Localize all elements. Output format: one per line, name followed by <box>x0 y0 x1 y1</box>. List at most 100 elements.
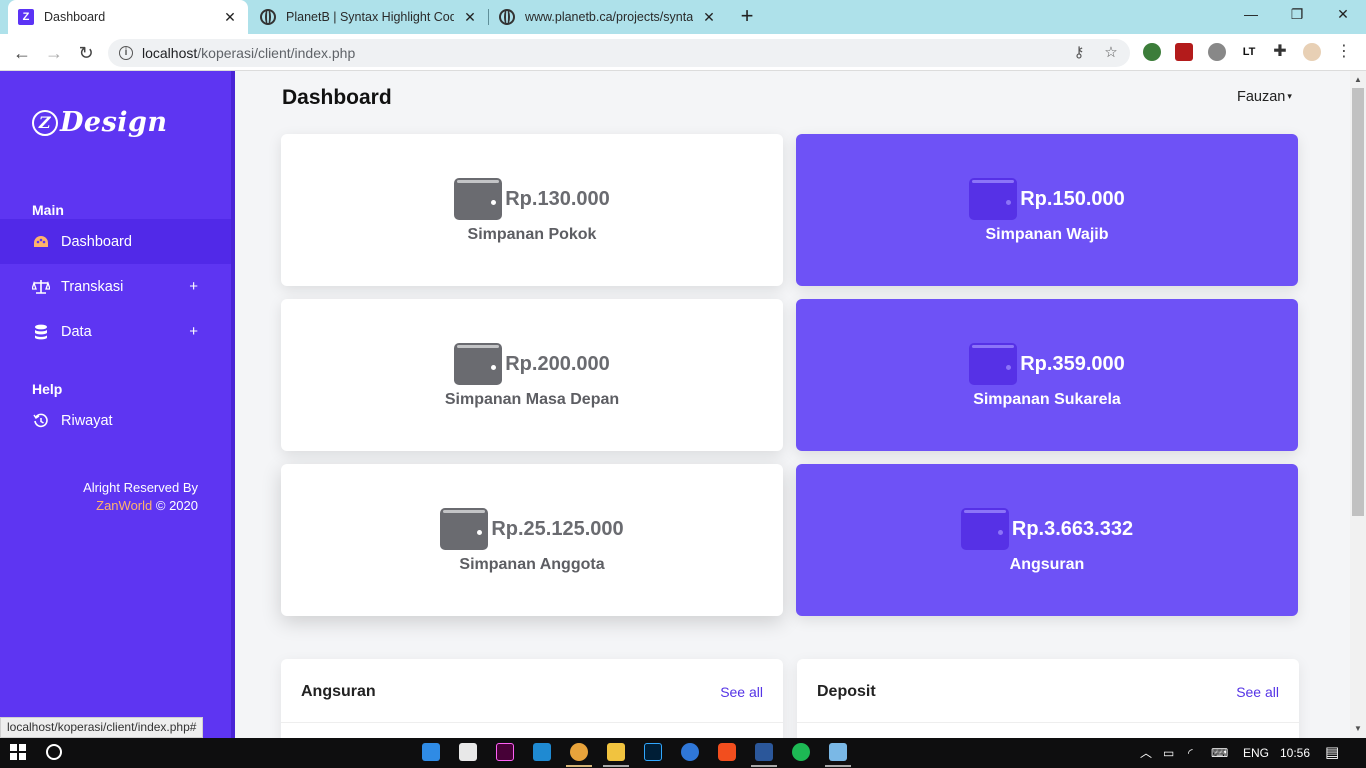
taskbar: ︿ ▭ ◜ ⌨ ENG 10:56 ▤ <box>0 738 1366 768</box>
scroll-up-icon[interactable]: ▲ <box>1354 75 1362 84</box>
panel-angsuran: Angsuran See all <box>281 659 783 749</box>
sidebar-item-dashboard[interactable]: Dashboard <box>0 219 231 264</box>
browser-tab-strip: Z Dashboard ✕ PlanetB | Syntax Highlight… <box>0 0 1366 34</box>
url-host: localhost <box>142 45 198 61</box>
store-app-icon[interactable] <box>459 743 477 761</box>
panel-title: Deposit <box>817 683 876 700</box>
notifications-icon[interactable]: ▤ <box>1325 738 1339 768</box>
panel-deposit: Deposit See all <box>797 659 1299 749</box>
card-amount: Rp.359.000 <box>1020 352 1125 375</box>
scrollbar-thumb[interactable] <box>1352 88 1364 516</box>
card-angsuran[interactable]: Rp.3.663.332 Angsuran <box>796 464 1298 616</box>
close-window-button[interactable]: ✕ <box>1320 0 1366 30</box>
star-icon[interactable]: ☆ <box>1102 44 1120 62</box>
url-text[interactable]: localhost/koperasi/client/index.php <box>142 45 355 61</box>
adobe-xd-icon[interactable] <box>496 743 514 761</box>
copyright-line: Alright Reserved By <box>83 480 198 495</box>
section-title-help: Help <box>32 381 63 397</box>
cortana-search-icon[interactable] <box>46 744 62 760</box>
sidebar-item-data[interactable]: Data + <box>0 309 231 354</box>
running-app-indicator <box>603 765 629 767</box>
photoshop-icon[interactable] <box>644 743 662 761</box>
card-label: Simpanan Sukarela <box>973 391 1121 408</box>
globe-icon <box>260 9 276 25</box>
spotify-icon[interactable] <box>792 743 810 761</box>
copyright-year: © 2020 <box>152 498 198 513</box>
sidebar-item-riwayat[interactable]: Riwayat <box>0 398 231 443</box>
card-simpanan-masa-depan[interactable]: Rp.200.000 Simpanan Masa Depan <box>281 299 783 451</box>
menu-dots-icon[interactable]: ⋮ <box>1335 43 1353 61</box>
tab-planetb[interactable]: PlanetB | Syntax Highlight Code i ✕ <box>250 0 488 34</box>
windows-start-icon[interactable] <box>10 744 26 760</box>
scroll-down-icon[interactable]: ▼ <box>1354 724 1362 733</box>
card-value-row: Rp.359.000 <box>796 343 1298 385</box>
page-scrollbar[interactable]: ▲ ▼ <box>1350 71 1366 738</box>
card-simpanan-pokok[interactable]: Rp.130.000 Simpanan Pokok <box>281 134 783 286</box>
forward-button[interactable]: → <box>41 40 67 66</box>
address-bar[interactable]: i localhost/koperasi/client/index.php ⚷ … <box>108 39 1130 67</box>
restore-button[interactable]: ❐ <box>1274 0 1320 30</box>
pdf-extension-icon[interactable] <box>1175 43 1193 61</box>
profile-avatar[interactable] <box>1303 43 1321 61</box>
wallet-icon <box>454 343 503 385</box>
expand-icon[interactable]: + <box>189 278 198 295</box>
card-label: Simpanan Masa Depan <box>444 391 620 408</box>
site-info-icon[interactable]: i <box>119 46 133 60</box>
minimize-button[interactable]: — <box>1228 0 1274 30</box>
card-amount: Rp.3.663.332 <box>1011 517 1134 540</box>
logo-mark: Z <box>32 110 58 136</box>
card-simpanan-anggota[interactable]: Rp.25.125.000 Simpanan Anggota <box>281 464 783 616</box>
puzzle-icon[interactable]: ✚ <box>1271 43 1289 61</box>
figma-icon[interactable] <box>718 743 736 761</box>
globe-icon <box>499 9 515 25</box>
see-all-link[interactable]: See all <box>1236 684 1279 700</box>
card-value-row: Rp.200.000 <box>281 343 783 385</box>
copyright-brand-line: ZanWorld © 2020 <box>83 497 198 515</box>
extension-badge-icon[interactable] <box>1208 43 1226 61</box>
card-value-row: Rp.150.000 <box>796 178 1298 220</box>
user-menu[interactable]: Fauzan ▾ <box>1237 89 1292 105</box>
notepad-icon[interactable] <box>829 743 847 761</box>
wallet-icon <box>454 178 503 220</box>
expand-icon[interactable]: + <box>189 323 198 340</box>
extension-globe-icon[interactable] <box>1143 43 1161 61</box>
tab-dashboard[interactable]: Z Dashboard ✕ <box>8 0 248 34</box>
see-all-link[interactable]: See all <box>720 684 763 700</box>
file-explorer-icon[interactable] <box>607 743 625 761</box>
running-app-indicator <box>825 765 851 767</box>
chevron-up-icon[interactable]: ︿ <box>1140 738 1152 768</box>
sidebar-item-transkasi[interactable]: Transkasi + <box>0 264 231 309</box>
card-value-row: Rp.3.663.332 <box>796 508 1298 550</box>
chrome-icon[interactable] <box>570 743 588 761</box>
close-icon[interactable]: ✕ <box>701 9 717 26</box>
language-indicator[interactable]: ENG <box>1243 738 1269 768</box>
close-icon[interactable]: ✕ <box>222 9 238 26</box>
vscode-icon[interactable] <box>533 743 551 761</box>
word-icon[interactable] <box>755 743 773 761</box>
brand-link[interactable]: ZanWorld <box>96 498 152 513</box>
card-label: Simpanan Anggota <box>459 556 605 573</box>
card-simpanan-sukarela[interactable]: Rp.359.000 Simpanan Sukarela <box>796 299 1298 451</box>
close-icon[interactable]: ✕ <box>462 9 478 26</box>
clock[interactable]: 10:56 <box>1280 738 1310 768</box>
main-content: Dashboard Fauzan ▾ Rp.130.000 Simpanan Po… <box>235 71 1350 749</box>
back-button[interactable]: ← <box>9 40 35 66</box>
extension-lt-icon[interactable]: LT <box>1240 43 1258 61</box>
sidebar-item-label: Dashboard <box>61 233 132 250</box>
new-tab-button[interactable]: + <box>736 0 758 34</box>
battery-icon[interactable]: ▭ <box>1163 738 1174 768</box>
active-app-indicator <box>566 765 592 767</box>
reload-button[interactable]: ↻ <box>73 40 99 66</box>
tab-title: Dashboard <box>44 10 106 24</box>
card-simpanan-wajib[interactable]: Rp.150.000 Simpanan Wajib <box>796 134 1298 286</box>
card-label: Angsuran <box>1009 556 1085 573</box>
key-icon[interactable]: ⚷ <box>1070 44 1088 62</box>
wifi-icon[interactable]: ◜ <box>1188 738 1193 768</box>
tab-planetb-url[interactable]: www.planetb.ca/projects/syntaxH ✕ <box>489 0 727 34</box>
mail-app-icon[interactable] <box>422 743 440 761</box>
page-title: Dashboard <box>282 86 392 109</box>
keyboard-icon[interactable]: ⌨ <box>1211 738 1228 768</box>
firefox-icon[interactable] <box>681 743 699 761</box>
logo[interactable]: Z Design <box>32 107 168 138</box>
card-amount: Rp.130.000 <box>505 187 610 210</box>
